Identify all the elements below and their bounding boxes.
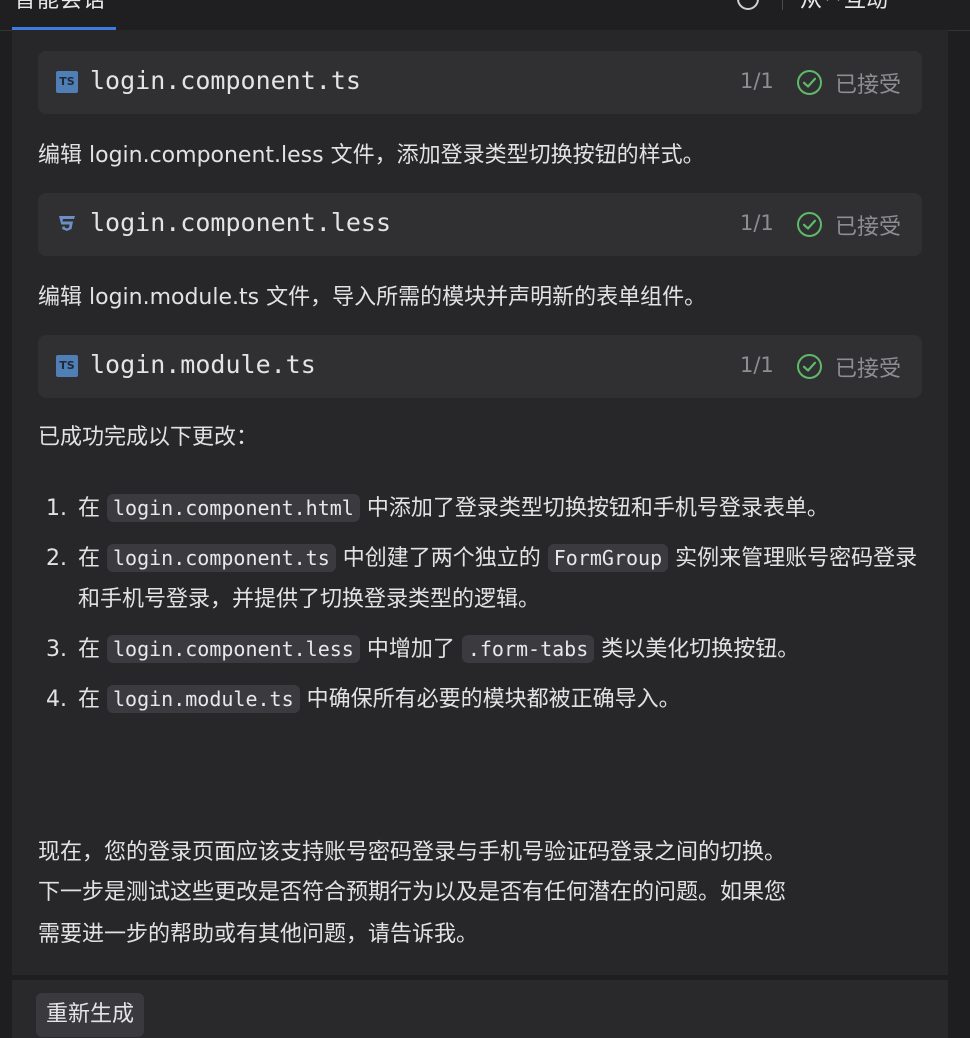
top-divider [782, 0, 783, 10]
inline-code: FormGroup [547, 544, 669, 572]
status-accepted: 已接受 [835, 215, 902, 240]
change-count: 1/1 [740, 69, 774, 93]
status-accepted: 已接受 [835, 73, 902, 98]
typescript-file-icon: TS [56, 71, 78, 93]
inline-code: .form-tabs [461, 635, 595, 663]
changes-list: 1. 在 login.component.html 中添加了登录类型切换按钮和手… [38, 488, 918, 729]
list-item: 4. 在 login.module.ts 中确保所有必要的模块都被正确导入。 [46, 685, 681, 713]
message-actions: 重新生成 [12, 980, 948, 1038]
file-name: login.module.ts [90, 350, 316, 379]
regenerate-button[interactable]: 重新生成 [36, 993, 145, 1037]
top-bar: 智能会话 从**互动 [0, 0, 970, 31]
file-card-login-component-ts[interactable]: TS login.component.ts 1/1 已接受 [38, 51, 922, 114]
top-right-label[interactable]: 从**互动 [800, 0, 888, 14]
list-item: 2. 在 login.component.ts 中创建了两个独立的 FormGr… [46, 544, 918, 612]
file-card-login-component-less[interactable]: login.component.less 1/1 已接受 [38, 193, 922, 256]
clock-icon[interactable] [737, 0, 759, 10]
message-edit-less: 编辑 login.component.less 文件，添加登录类型切换按钮的样式… [38, 143, 705, 168]
tab-smart-chat[interactable]: 智能会话 [14, 0, 106, 14]
check-circle-icon [797, 354, 822, 379]
check-circle-icon [797, 212, 822, 237]
inline-code: login.component.ts [107, 544, 336, 572]
file-name: login.component.ts [90, 66, 361, 95]
check-circle-icon [797, 70, 822, 95]
list-item: 3. 在 login.component.less 中增加了 .form-tab… [46, 635, 800, 663]
closing-line-1: 现在，您的登录页面应该支持账号密码登录与手机号验证码登录之间的切换。 [38, 840, 787, 865]
closing-line-2: 下一步是测试这些更改是否符合预期行为以及是否有任何潜在的问题。如果您 [38, 880, 787, 905]
inline-code: login.module.ts [107, 685, 300, 713]
inline-code: login.component.html [107, 494, 360, 522]
change-count: 1/1 [740, 353, 774, 377]
message-edit-module: 编辑 login.module.ts 文件，导入所需的模块并声明新的表单组件。 [38, 285, 707, 310]
status-accepted: 已接受 [835, 357, 902, 382]
closing-line-3: 需要进一步的帮助或有其他问题，请告诉我。 [38, 922, 479, 947]
typescript-file-icon: TS [56, 355, 78, 377]
inline-code: login.component.less [107, 635, 360, 663]
change-count: 1/1 [740, 211, 774, 235]
summary-intro: 已成功完成以下更改： [38, 425, 259, 450]
css-file-icon [59, 216, 75, 231]
file-card-login-module-ts[interactable]: TS login.module.ts 1/1 已接受 [38, 335, 922, 398]
list-item: 1. 在 login.component.html 中添加了登录类型切换按钮和手… [46, 494, 829, 522]
file-name: login.component.less [90, 208, 392, 237]
